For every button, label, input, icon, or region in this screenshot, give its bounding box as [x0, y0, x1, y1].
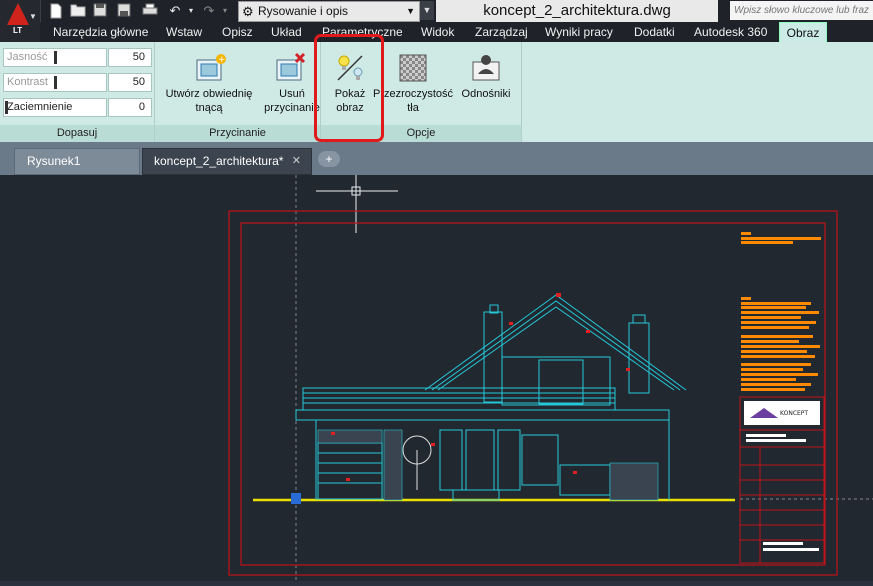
- tab-obraz[interactable]: Obraz: [779, 22, 827, 43]
- highlight-annotation: [314, 34, 384, 142]
- open-icon[interactable]: [70, 3, 86, 19]
- close-tab-icon[interactable]: ✕: [292, 149, 301, 174]
- quick-access-menu-button[interactable]: ▼: [420, 1, 434, 20]
- drawing-canvas[interactable]: KONCEPT: [0, 173, 873, 581]
- svg-text:+: +: [218, 55, 226, 65]
- workspace-dropdown[interactable]: ⚙ Rysowanie i opis ▼: [238, 1, 420, 22]
- document-title: koncept_2_architektura.dwg: [436, 0, 718, 22]
- save-as-icon[interactable]: [116, 3, 132, 19]
- fade-slider[interactable]: Zaciemnienie: [3, 98, 107, 117]
- gear-icon: ⚙: [242, 4, 254, 19]
- workspace-label: Rysowanie i opis: [258, 4, 349, 18]
- tree-symbol: [402, 435, 432, 490]
- application-menu-button[interactable]: LT ▼: [0, 0, 41, 42]
- tab-narzedzia-glowne[interactable]: Narzędzia główne: [53, 22, 148, 42]
- new-tab-icon[interactable]: +: [318, 151, 340, 167]
- undo-icon[interactable]: ↶: [167, 3, 183, 19]
- drawing-svg: KONCEPT: [228, 173, 873, 581]
- external-references-button[interactable]: Odnośniki: [455, 50, 517, 118]
- ucs-icon: [291, 493, 301, 504]
- new-icon[interactable]: [48, 3, 64, 19]
- save-icon[interactable]: [92, 3, 108, 19]
- doc-tab-koncept[interactable]: koncept_2_architektura* ✕: [142, 148, 312, 175]
- brightness-value[interactable]: 50: [108, 48, 152, 67]
- redo-dropdown-icon[interactable]: ▾: [217, 3, 233, 19]
- create-clip-label-2: tnącą: [195, 102, 223, 114]
- undo-dropdown-icon[interactable]: ▾: [183, 3, 199, 19]
- contrast-value[interactable]: 50: [108, 73, 152, 92]
- transparency-icon: [399, 54, 427, 82]
- redo-icon[interactable]: ↷: [201, 3, 217, 19]
- brightness-label: Jasność: [7, 51, 48, 63]
- panel-title-przycinanie: Przycinanie: [155, 125, 320, 142]
- create-clip-label-1: Utwórz obwiednię: [165, 88, 253, 100]
- contrast-label: Kontrast: [7, 76, 48, 88]
- ribbon-tab-bar: Narzędzia główne Wstaw Opisz Układ Param…: [40, 22, 873, 43]
- tab-widok[interactable]: Widok: [421, 22, 454, 42]
- tab-zarzadzaj[interactable]: Zarządzaj: [475, 22, 528, 42]
- panel-dopasuj: Jasność 50 Kontrast 50 Zaciemnienie 0 Do…: [0, 42, 155, 142]
- slider-knob[interactable]: [54, 76, 57, 89]
- titleblock-logo-text: KONCEPT: [780, 410, 808, 417]
- tab-dodatki[interactable]: Dodatki: [634, 22, 675, 42]
- brightness-slider[interactable]: Jasność: [3, 48, 107, 67]
- doc-tab-label: koncept_2_architektura*: [154, 154, 284, 168]
- tab-uklad[interactable]: Układ: [271, 22, 302, 42]
- external-references-icon: [472, 55, 500, 81]
- edition-badge: LT: [13, 26, 23, 35]
- fade-value[interactable]: 0: [108, 98, 152, 117]
- slider-knob[interactable]: [5, 101, 8, 114]
- doc-tab-rysunek1[interactable]: Rysunek1: [14, 148, 140, 175]
- annotation-notes: [741, 232, 821, 391]
- tab-wstaw[interactable]: Wstaw: [166, 22, 202, 42]
- panel-title-dopasuj: Dopasuj: [0, 125, 154, 142]
- panel-przycinanie: + Utwórz obwiednię tnącą Usuń przycinani…: [155, 42, 321, 142]
- chevron-down-icon: ▼: [29, 12, 37, 21]
- references-label: Odnośniki: [461, 88, 511, 100]
- title-block: KONCEPT: [739, 396, 825, 564]
- sheet-frame-inner: [240, 222, 826, 566]
- create-clip-button[interactable]: + Utwórz obwiednię tnącą: [157, 50, 261, 118]
- contrast-slider[interactable]: Kontrast: [3, 73, 107, 92]
- print-icon[interactable]: [142, 3, 158, 19]
- fade-label: Zaciemnienie: [7, 101, 73, 113]
- chevron-down-icon: ▼: [406, 6, 415, 16]
- slider-knob[interactable]: [54, 51, 57, 64]
- crosshair-cursor: [316, 173, 398, 233]
- tab-autodesk-360[interactable]: Autodesk 360: [694, 22, 767, 42]
- doc-tab-label: Rysunek1: [27, 154, 81, 168]
- search-input[interactable]: Wpisz słowo kluczowe lub fraz: [730, 1, 873, 20]
- tab-opisz[interactable]: Opisz: [222, 22, 253, 42]
- create-clip-icon: +: [196, 54, 226, 81]
- autocad-logo-icon: [7, 3, 29, 25]
- document-tab-bar: Rysunek1 koncept_2_architektura* ✕ +: [0, 142, 873, 175]
- tab-wyniki-pracy[interactable]: Wyniki pracy: [545, 22, 613, 42]
- remove-clip-icon: [276, 52, 306, 81]
